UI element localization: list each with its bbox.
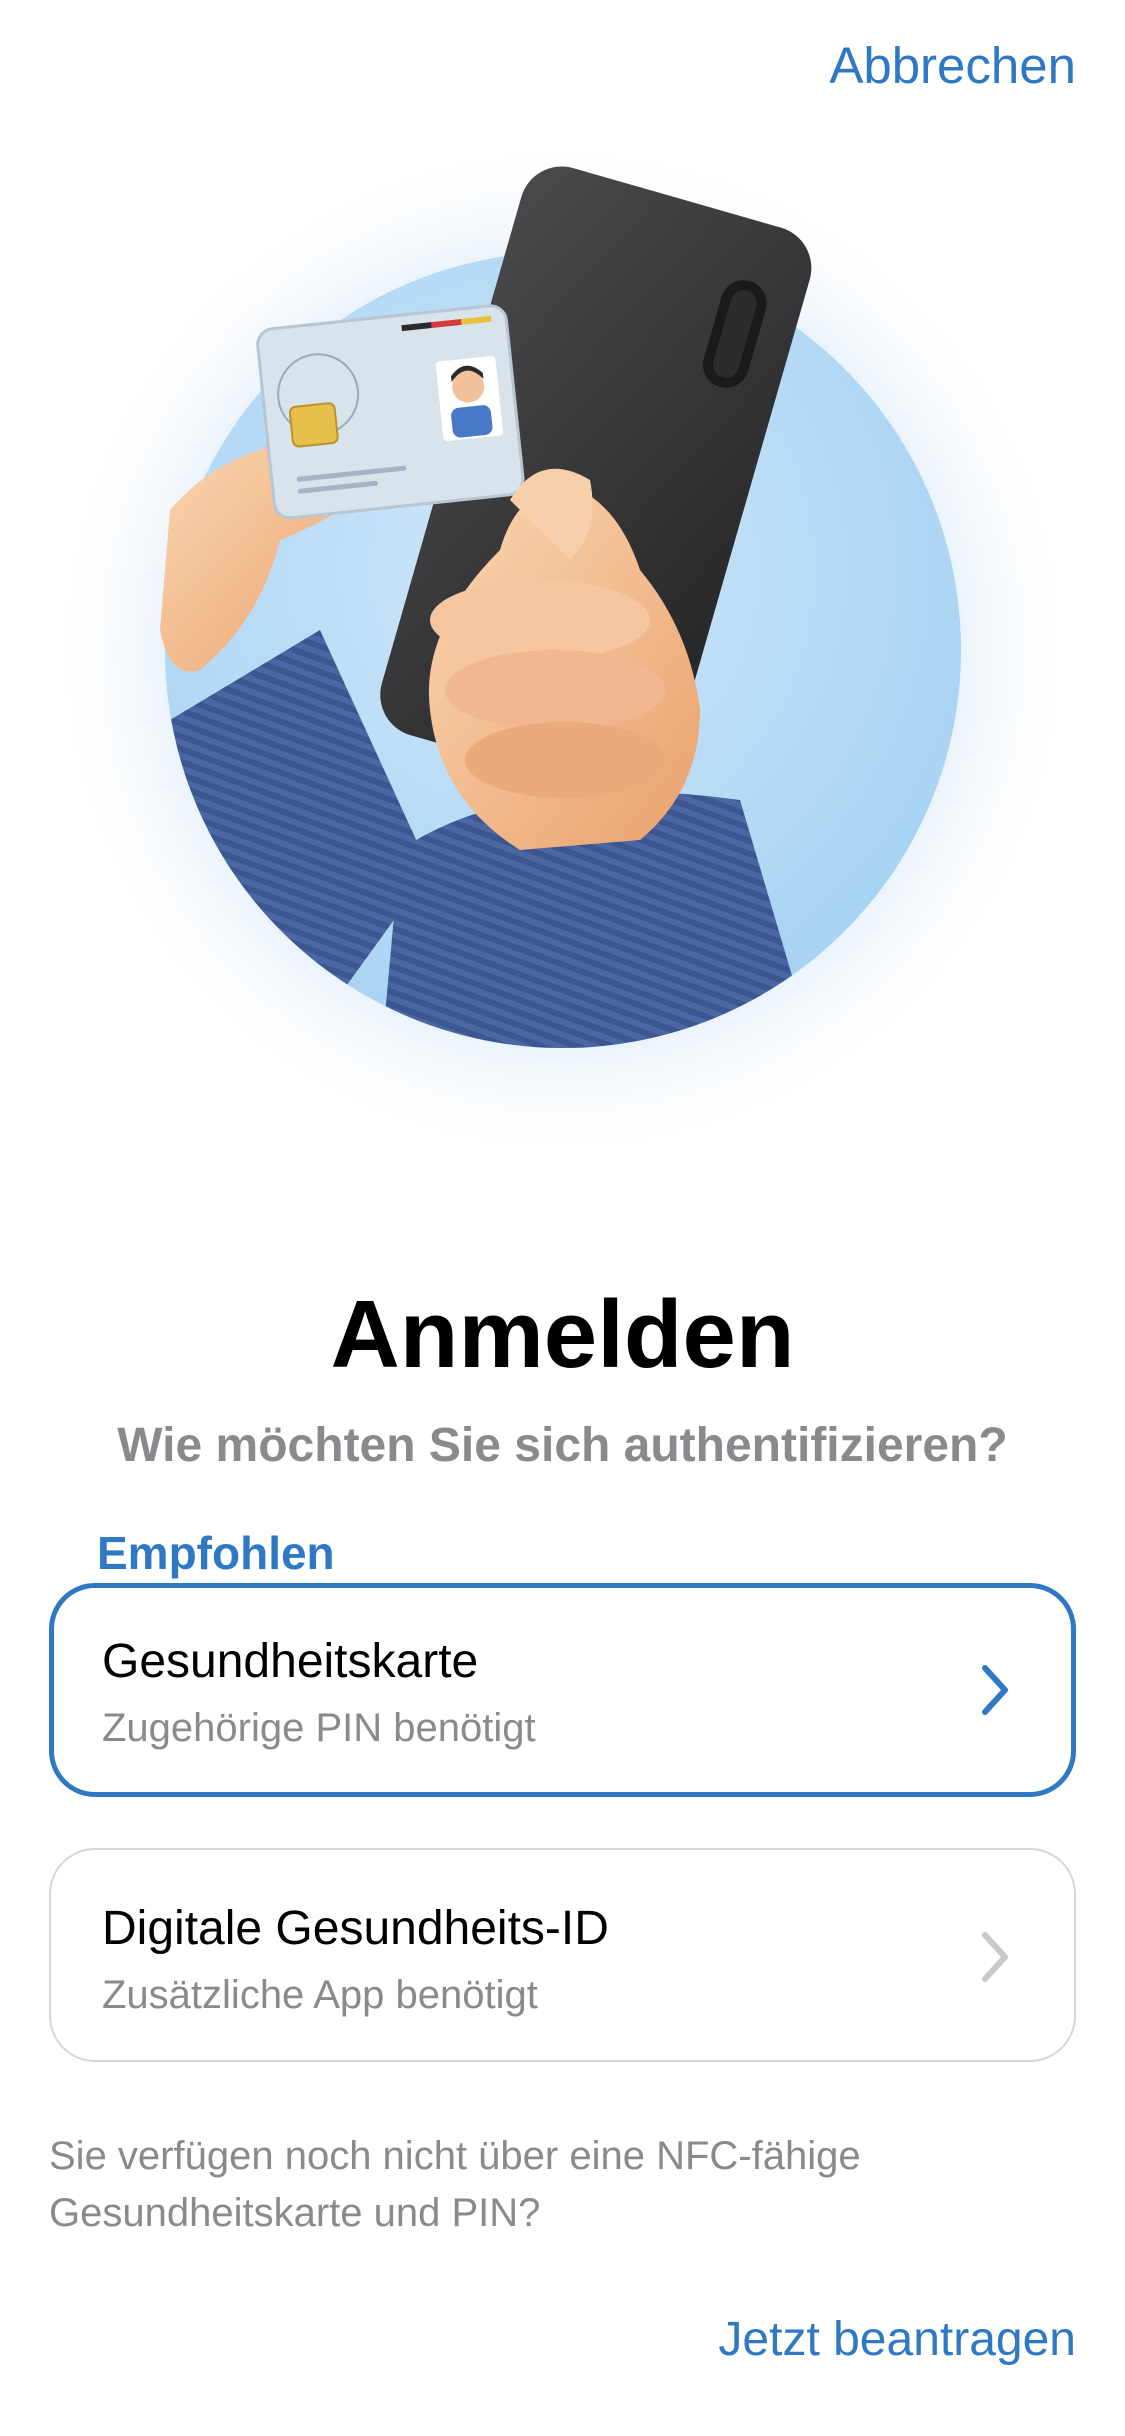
card-and-phone-illustration <box>43 150 1083 1170</box>
option-subtitle: Zugehörige PIN benötigt <box>102 1706 536 1750</box>
option-title: Gesundheitskarte <box>102 1635 479 1688</box>
chevron-right-icon <box>982 1665 1008 1715</box>
nfc-card-note: Sie verfügen noch nicht über eine NFC-fä… <box>49 2134 861 2235</box>
health-card-option[interactable]: Gesundheitskarte Zugehörige PIN benötigt <box>49 1583 1076 1797</box>
page-title: Anmelden <box>330 1281 795 1388</box>
option-title: Digitale Gesundheits-ID <box>102 1902 609 1955</box>
option-subtitle: Zusätzliche App benötigt <box>102 1973 538 2017</box>
recommended-label: Empfohlen <box>97 1527 335 1579</box>
digital-health-id-option[interactable]: Digitale Gesundheits-ID Zusätzliche App … <box>49 1848 1076 2062</box>
apply-now-link[interactable]: Jetzt beantragen <box>718 2312 1076 2367</box>
chevron-right-icon <box>982 1932 1008 1982</box>
cancel-button[interactable]: Abbrechen <box>829 36 1076 95</box>
login-screen: Abbrechen Anmelden Wie möchten Sie sich … <box>0 0 1125 2436</box>
page-subtitle: Wie möchten Sie sich authentifizieren? <box>117 1419 1008 1472</box>
